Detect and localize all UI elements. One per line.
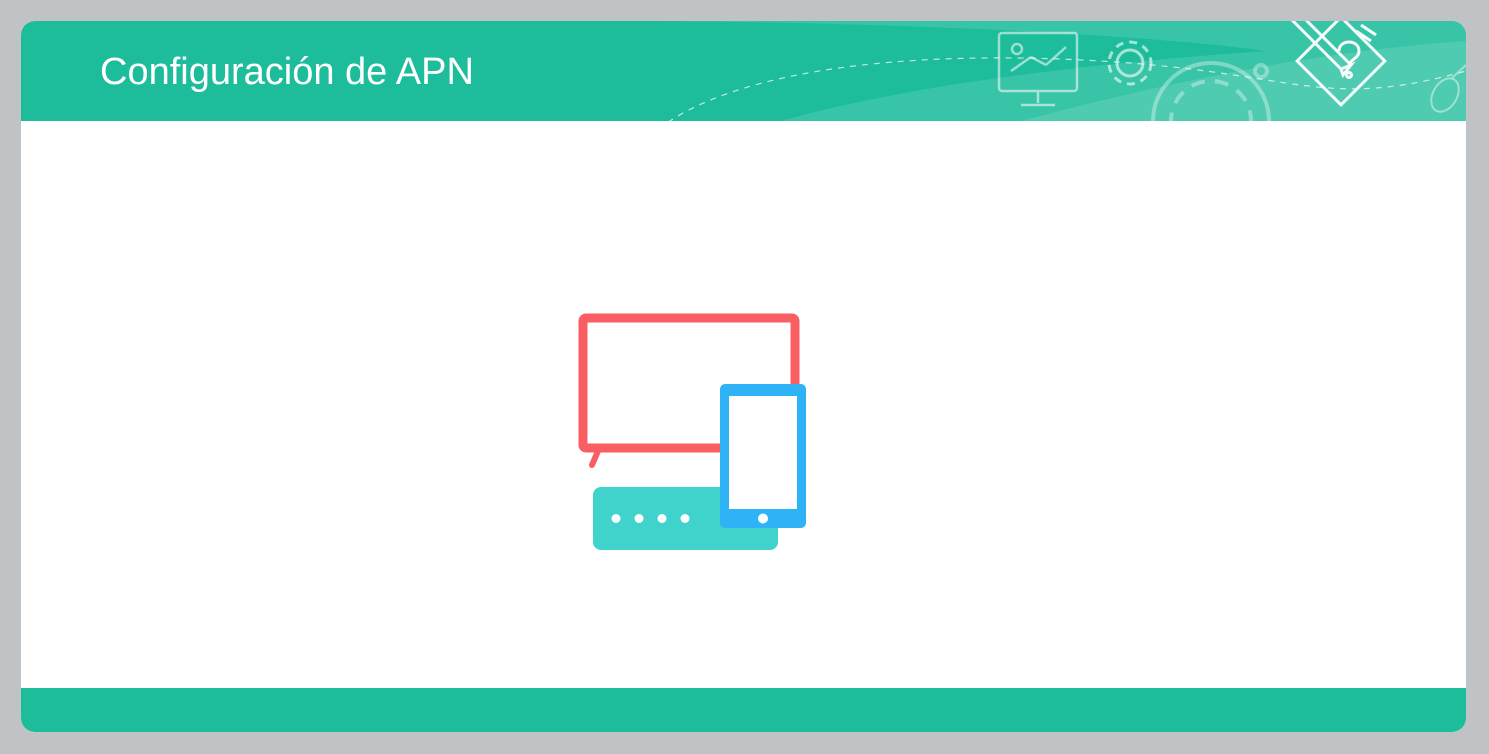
devices-illustration bbox=[578, 313, 806, 550]
page-title: Configuración de APN bbox=[100, 51, 474, 93]
footer-bar bbox=[21, 688, 1466, 732]
tablet-icon bbox=[720, 384, 806, 528]
content-area bbox=[21, 121, 1466, 688]
slide-card: Configuración de APN bbox=[21, 21, 1466, 732]
header-bar: Configuración de APN bbox=[21, 21, 1466, 121]
